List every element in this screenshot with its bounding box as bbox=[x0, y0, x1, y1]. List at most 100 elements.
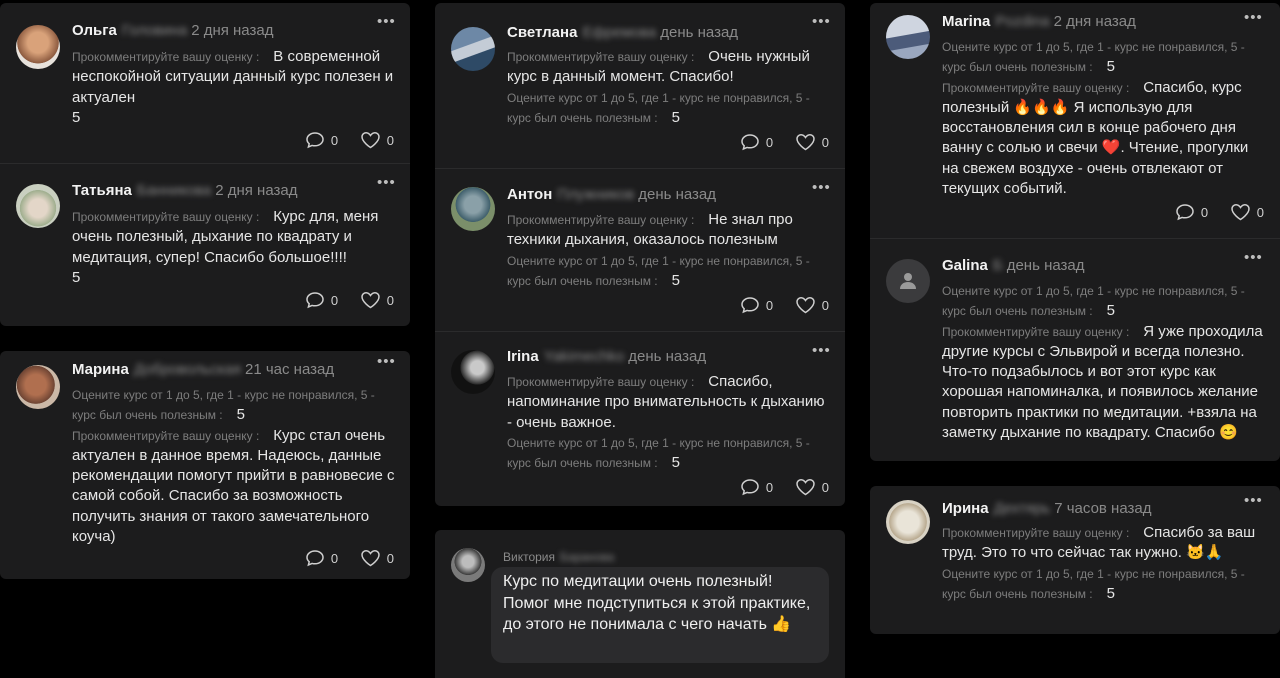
review-item: Galina Бдень назад ••• Оцените курс от 1 … bbox=[870, 239, 1280, 461]
rate-label-cont: курс был очень полезным : bbox=[507, 273, 658, 288]
message-bubble: Курс по медитации очень полезный! Помог … bbox=[491, 567, 829, 663]
author-name[interactable]: Антон bbox=[507, 186, 552, 203]
review-body: Прокомментируйте вашу оценку : Спасибо, н… bbox=[507, 372, 832, 473]
review-time: 7 часов назад bbox=[1054, 500, 1152, 517]
user-avatar[interactable] bbox=[451, 187, 495, 231]
review-rating: 5 bbox=[72, 268, 81, 286]
user-avatar[interactable] bbox=[16, 365, 60, 409]
review-comment: Спасибо, курс полезный 🔥🔥🔥 Я использую д… bbox=[942, 78, 1249, 198]
author-name[interactable]: Ольга bbox=[72, 22, 117, 39]
author-name[interactable]: Светлана bbox=[507, 24, 577, 41]
review-header: Антон Плужников день назад bbox=[507, 186, 716, 204]
comments-button[interactable]: 0 bbox=[1175, 203, 1208, 221]
comment-label: Прокомментируйте вашу оценку : bbox=[507, 375, 695, 389]
author-surname: Головина bbox=[121, 22, 188, 39]
more-options-icon[interactable]: ••• bbox=[812, 180, 831, 195]
user-avatar[interactable] bbox=[451, 350, 495, 394]
comments-count: 0 bbox=[330, 550, 339, 566]
review-card: Marina Pozdina 2 дня назад ••• Оцените кур… bbox=[870, 3, 1280, 461]
more-options-icon[interactable]: ••• bbox=[1244, 493, 1263, 508]
author-name[interactable]: Galina bbox=[942, 257, 988, 274]
review-card: Ольга Головина 2 дня назад ••• Прокомменти… bbox=[0, 3, 410, 326]
comment-bubble-icon bbox=[306, 550, 324, 567]
like-button[interactable]: 0 bbox=[360, 291, 394, 309]
comments-button[interactable]: 0 bbox=[740, 296, 773, 314]
user-avatar[interactable] bbox=[886, 259, 930, 303]
author-name[interactable]: Irina bbox=[507, 348, 539, 365]
review-actions: 0 0 bbox=[287, 131, 394, 152]
author-name[interactable]: Марина bbox=[72, 361, 129, 378]
heart-icon bbox=[361, 132, 380, 149]
heart-icon bbox=[796, 134, 815, 151]
author-surname: Дехтярь bbox=[993, 500, 1051, 517]
review-comment: Курс стал очень актуален в данное время.… bbox=[72, 426, 395, 546]
comment-label: Прокомментируйте вашу оценку : bbox=[507, 50, 695, 64]
comment-label: Прокомментируйте вашу оценку : bbox=[72, 428, 260, 443]
rate-label: Оцените курс от 1 до 5, где 1 - курс не … bbox=[942, 40, 1245, 54]
more-options-icon[interactable]: ••• bbox=[377, 175, 396, 190]
author-name[interactable]: Татьяна bbox=[72, 182, 132, 199]
review-item: Марина Добровольская 21 час назад ••• Оцен… bbox=[0, 351, 410, 579]
user-avatar[interactable] bbox=[886, 500, 930, 544]
comments-button[interactable]: 0 bbox=[305, 291, 338, 309]
likes-count: 0 bbox=[386, 132, 394, 148]
like-button[interactable]: 0 bbox=[795, 133, 829, 151]
likes-count: 0 bbox=[1256, 204, 1264, 220]
review-header: Ольга Головина 2 дня назад bbox=[72, 22, 273, 40]
more-options-icon[interactable]: ••• bbox=[812, 14, 831, 29]
like-button[interactable]: 0 bbox=[795, 296, 829, 314]
review-rating: 5 bbox=[671, 108, 680, 126]
review-rating: 5 bbox=[72, 108, 81, 126]
review-rating: 5 bbox=[671, 271, 680, 289]
more-options-icon[interactable]: ••• bbox=[1244, 250, 1263, 265]
review-header: Irina Yakimechko день назад bbox=[507, 348, 706, 366]
more-options-icon[interactable]: ••• bbox=[377, 14, 396, 29]
comment-label: Прокомментируйте вашу оценку : bbox=[72, 210, 260, 224]
review-card: Марина Добровольская 21 час назад ••• Оцен… bbox=[0, 351, 410, 579]
comment-bubble-icon bbox=[306, 132, 324, 149]
like-button[interactable]: 0 bbox=[360, 131, 394, 149]
review-actions: 0 0 bbox=[722, 296, 829, 317]
review-item: Ольга Головина 2 дня назад ••• Прокомменти… bbox=[0, 3, 410, 163]
like-button[interactable]: 0 bbox=[360, 549, 394, 567]
more-options-icon[interactable]: ••• bbox=[1244, 10, 1263, 25]
likes-count: 0 bbox=[821, 479, 829, 495]
comments-count: 0 bbox=[765, 479, 774, 495]
comments-button[interactable]: 0 bbox=[740, 133, 773, 151]
comment-label: Прокомментируйте вашу оценку : bbox=[72, 50, 260, 64]
review-rating: 5 bbox=[1106, 584, 1115, 602]
review-item: Irina Yakimechko день назад ••• Прокоммент… bbox=[435, 332, 845, 506]
heart-icon bbox=[796, 479, 815, 496]
user-placeholder-icon bbox=[900, 273, 916, 289]
message-card: Виктория Баранова Курс по медитации очень… bbox=[435, 530, 845, 678]
review-header: Marina Pozdina 2 дня назад bbox=[942, 13, 1136, 31]
review-body: Прокомментируйте вашу оценку : Курс для, … bbox=[72, 207, 397, 288]
author-name[interactable]: Ирина bbox=[942, 500, 989, 517]
user-avatar[interactable] bbox=[451, 27, 495, 71]
likes-count: 0 bbox=[386, 292, 394, 308]
review-header: Ирина Дехтярь 7 часов назад bbox=[942, 500, 1151, 518]
like-button[interactable]: 0 bbox=[795, 478, 829, 496]
heart-icon bbox=[361, 292, 380, 309]
user-avatar[interactable] bbox=[451, 548, 485, 582]
review-item: Marina Pozdina 2 дня назад ••• Оцените кур… bbox=[870, 3, 1280, 238]
more-options-icon[interactable]: ••• bbox=[812, 343, 831, 358]
comments-button[interactable]: 0 bbox=[305, 549, 338, 567]
like-button[interactable]: 0 bbox=[1230, 203, 1264, 221]
review-time: 2 дня назад bbox=[1053, 13, 1136, 30]
rate-label-cont: курс был очень полезным : bbox=[507, 456, 658, 471]
comments-button[interactable]: 0 bbox=[305, 131, 338, 149]
review-body: Оцените курс от 1 до 5, где 1 - курс не … bbox=[942, 37, 1267, 199]
review-time: 2 дня назад bbox=[215, 182, 298, 199]
more-options-icon[interactable]: ••• bbox=[377, 354, 396, 369]
comments-button[interactable]: 0 bbox=[740, 478, 773, 496]
comments-count: 0 bbox=[330, 132, 339, 148]
user-avatar[interactable] bbox=[16, 25, 60, 69]
author-name[interactable]: Marina bbox=[942, 13, 990, 30]
review-body: Прокомментируйте вашу оценку : Не знал пр… bbox=[507, 210, 832, 291]
user-avatar[interactable] bbox=[16, 184, 60, 228]
review-time: 2 дня назад bbox=[191, 22, 274, 39]
author-name[interactable]: Виктория bbox=[503, 550, 555, 564]
review-body: Оцените курс от 1 до 5, где 1 - курс не … bbox=[942, 281, 1267, 443]
user-avatar[interactable] bbox=[886, 15, 930, 59]
